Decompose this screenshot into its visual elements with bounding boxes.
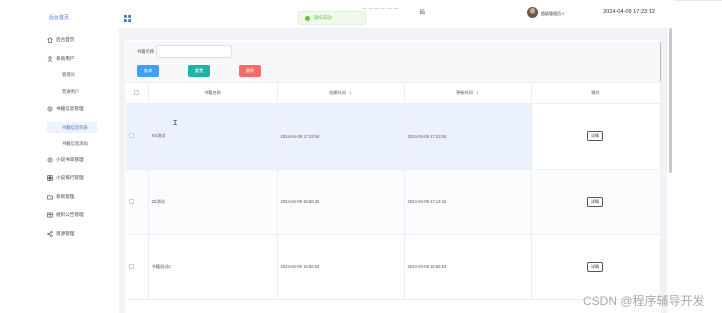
sidebar-item-system[interactable]: 系统管理: [47, 193, 74, 201]
user-icon: [47, 56, 53, 62]
table-icon: [47, 212, 53, 218]
sidebar-subitem-users[interactable]: 普通用户: [62, 89, 79, 95]
sidebar-item-novel-list[interactable]: 小说书单管理: [47, 156, 84, 164]
row-checkbox[interactable]: [129, 198, 134, 204]
header-title-fragment: 码: [420, 10, 426, 16]
cell-operations: 详情: [531, 169, 661, 235]
header-updated-time[interactable]: 更新时间 ⇕: [404, 83, 532, 104]
text-cursor-icon: Ꮖ: [173, 120, 178, 127]
avatar[interactable]: [527, 7, 538, 18]
username: 超级管理员: [541, 11, 561, 16]
table-row[interactable]: ZZ测试 2024-04-09 16:58:32 2024-04-09 17:1…: [126, 169, 661, 235]
cell-created-time: 2024-04-09 16:56:53: [277, 234, 405, 300]
watermark: CSDN @程序辅导开发: [583, 294, 705, 308]
book-name-label: 书籍名称: [137, 49, 155, 54]
cell-book-name: ZZ测试: [148, 169, 278, 235]
search-bar-scrollbar[interactable]: [660, 42, 661, 82]
sort-icon[interactable]: ⇕: [476, 91, 479, 95]
detail-button[interactable]: 详情: [587, 131, 603, 141]
header-created-label: 创建时间: [329, 89, 346, 95]
share-icon: [47, 231, 53, 237]
sidebar-item-label: 资源管理: [56, 231, 75, 236]
sidebar-item-system-users[interactable]: 系统用户: [47, 55, 74, 63]
page-scrollbar[interactable]: [669, 28, 672, 173]
sidebar: 后台首页 后台首页 系统用户 管理员 普通用户 书籍信息管理 书籍信息列表 书籍…: [0, 0, 118, 313]
cell-book-name: XX测试: [148, 103, 278, 170]
gear-icon: [47, 157, 53, 163]
detail-button[interactable]: 详情: [587, 196, 603, 207]
cell-operations: 详情: [531, 103, 661, 170]
header-datetime: 2024-04-09 17:23:12: [603, 9, 655, 15]
sidebar-subitem-book-list[interactable]: 书籍信息列表: [62, 125, 88, 131]
header-book-name: 书籍名称: [148, 83, 278, 104]
detail-button[interactable]: 详情: [587, 261, 603, 272]
row-checkbox[interactable]: [129, 133, 134, 138]
cell-updated-time: 2024-04-09 17:14:15: [404, 169, 532, 235]
cell-updated-time: 2024-04-09 16:56:53: [404, 234, 532, 300]
success-icon: [305, 15, 310, 21]
cell-updated-time: 2024-04-09 17:23:04: [404, 103, 532, 170]
sort-icon[interactable]: ⇕: [349, 91, 352, 95]
sidebar-subitem-book-add[interactable]: 书籍信息添加: [62, 141, 88, 147]
top-border-right: [674, 0, 722, 1]
cell-created-time: 2024-04-09 16:58:32: [277, 169, 405, 235]
home-icon: [47, 37, 53, 43]
gear-icon: [47, 106, 53, 112]
sidebar-item-book-info[interactable]: 书籍信息管理: [47, 105, 84, 113]
row-checkbox[interactable]: [129, 263, 134, 269]
sidebar-item-label: 小说书单管理: [56, 157, 84, 162]
row-select-cell[interactable]: [126, 169, 149, 235]
header-operations: 操作: [531, 83, 661, 104]
grid-icon: [47, 175, 53, 181]
menu-grid-icon[interactable]: [124, 9, 131, 22]
toast-message: 操作成功!: [314, 15, 333, 20]
book-table: 书籍名称 创建时间 ⇕ 更新时间 ⇕ 操作 XX测试 2024-04-09 17:2…: [126, 83, 661, 300]
select-all-cell[interactable]: [126, 83, 149, 104]
table-header-row: 书籍名称 创建时间 ⇕ 更新时间 ⇕ 操作: [126, 83, 661, 104]
reset-button[interactable]: 重置: [188, 65, 210, 77]
sidebar-item-resources[interactable]: 资源管理: [47, 230, 74, 238]
header-created-time[interactable]: 创建时间 ⇕: [277, 83, 405, 104]
sidebar-item-label: 小说排行管理: [56, 175, 84, 180]
chevron-down-icon: ∨: [561, 11, 565, 16]
user-dropdown[interactable]: 超级管理员∨: [541, 11, 565, 17]
sidebar-item-label: 书籍信息管理: [56, 106, 84, 111]
header-updated-label: 更新时间: [456, 89, 473, 95]
select-all-checkbox[interactable]: [134, 89, 140, 95]
sidebar-item-label: 系统管理: [56, 194, 75, 199]
cell-book-name: 书籍测试C: [148, 234, 278, 300]
row-select-cell[interactable]: [126, 103, 149, 170]
header-partial-text: — — — — — —: [362, 6, 399, 11]
sidebar-item-label: 后台首页: [56, 37, 75, 42]
sidebar-item-notices[interactable]: 组织公告管理: [47, 211, 84, 219]
book-name-input[interactable]: [156, 45, 232, 58]
cell-created-time: 2024-04-09 17:23:04: [277, 103, 405, 170]
sidebar-item-label: 组织公告管理: [56, 212, 84, 217]
sidebar-item-home[interactable]: 后台首页: [47, 36, 74, 44]
success-toast: 操作成功!: [298, 11, 366, 25]
table-row[interactable]: XX测试 2024-04-09 17:23:04 2024-04-09 17:2…: [126, 103, 661, 170]
sidebar-item-label: 系统用户: [56, 56, 75, 61]
sidebar-subitem-admins[interactable]: 管理员: [62, 72, 75, 78]
cell-operations: 详情: [531, 234, 661, 300]
row-select-cell[interactable]: [126, 234, 149, 300]
sidebar-title[interactable]: 后台首页: [0, 14, 118, 21]
delete-button[interactable]: 删除: [239, 65, 261, 77]
folder-icon: [47, 194, 53, 200]
sidebar-item-novel-rank[interactable]: 小说排行管理: [47, 174, 84, 182]
query-button[interactable]: 查询: [137, 65, 159, 77]
table-row[interactable]: 书籍测试C 2024-04-09 16:56:53 2024-04-09 16:…: [126, 234, 661, 300]
